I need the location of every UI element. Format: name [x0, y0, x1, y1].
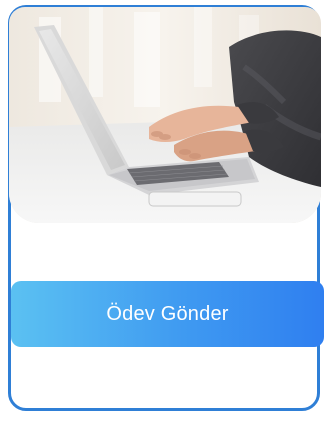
submit-assignment-button[interactable]: Ödev Gönder	[11, 281, 324, 347]
laptop-typing-photo	[9, 7, 321, 223]
